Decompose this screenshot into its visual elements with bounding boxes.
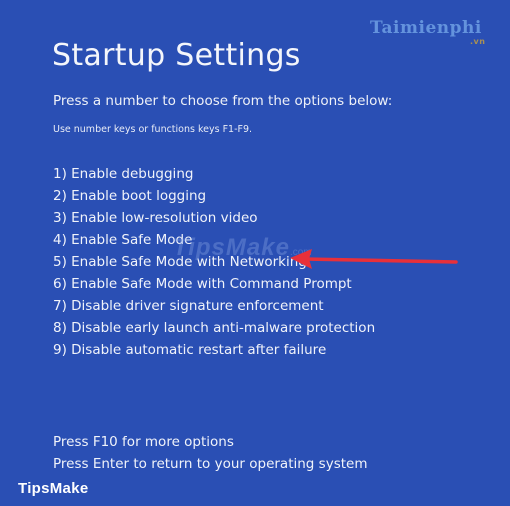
watermark-text: Taimienphi: [370, 18, 482, 38]
option-enable-boot-logging[interactable]: 2) Enable boot logging: [53, 185, 375, 207]
arrow-head: [290, 249, 312, 269]
more-options-hint[interactable]: Press F10 for more options: [53, 434, 234, 450]
return-to-os-hint[interactable]: Press Enter to return to your operating …: [53, 456, 367, 472]
option-disable-auto-restart[interactable]: 9) Disable automatic restart after failu…: [53, 339, 375, 361]
watermark-suffix: .vn: [470, 37, 486, 46]
page-title: Startup Settings: [52, 38, 301, 73]
taimienphi-watermark: Taimienphi .vn: [370, 18, 485, 46]
option-disable-early-launch-antimalware[interactable]: 8) Disable early launch anti-malware pro…: [53, 317, 375, 339]
option-safe-mode-command-prompt[interactable]: 6) Enable Safe Mode with Command Prompt: [53, 273, 375, 295]
instructions-text: Press a number to choose from the option…: [53, 93, 393, 109]
red-arrow-annotation: [290, 249, 458, 269]
arrow-shaft: [302, 257, 458, 264]
watermark-text: TipsMake: [173, 234, 290, 261]
brand-bar: TipsMake: [0, 472, 510, 506]
option-enable-debugging[interactable]: 1) Enable debugging: [53, 163, 375, 185]
option-low-resolution-video[interactable]: 3) Enable low-resolution video: [53, 207, 375, 229]
option-disable-driver-signature[interactable]: 7) Disable driver signature enforcement: [53, 295, 375, 317]
startup-settings-screen: Startup Settings Press a number to choos…: [0, 0, 510, 472]
tipsmake-logo: TipsMake: [18, 480, 89, 497]
key-hint-text: Use number keys or functions keys F1-F9.: [53, 124, 253, 135]
